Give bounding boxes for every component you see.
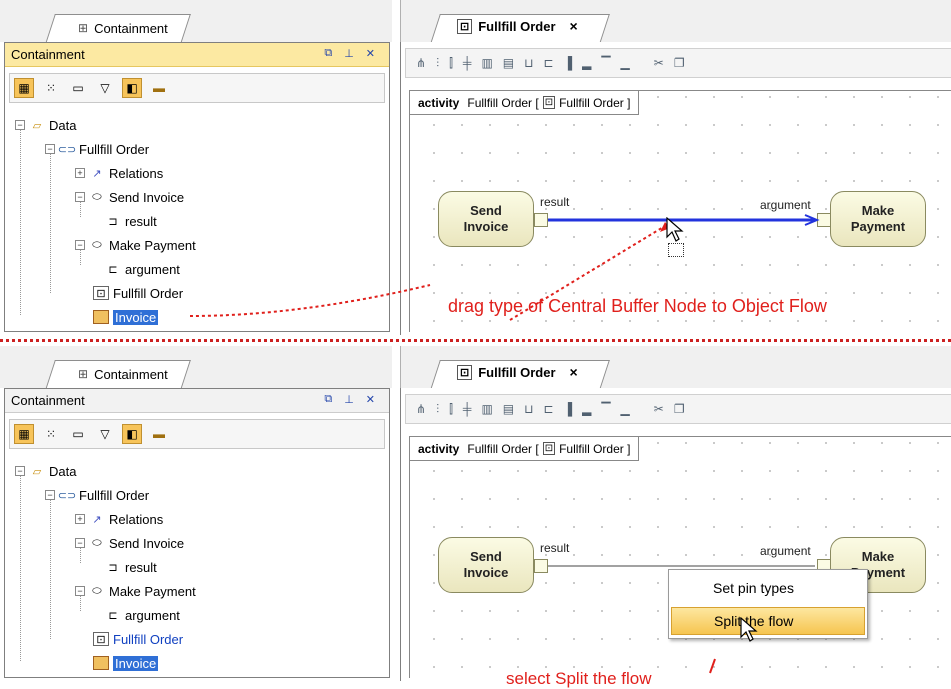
separator-line xyxy=(0,339,951,342)
tree-item-argument[interactable]: ⊏ argument xyxy=(105,605,180,625)
package-icon: ▱ xyxy=(32,465,42,478)
input-pin-icon: ⊏ xyxy=(108,609,118,622)
containment-tabbar: ⊞ Containment xyxy=(0,346,392,390)
restore-icon[interactable]: ⧉ xyxy=(324,393,332,406)
diagram-toolbar: ⋔ ⫶ ⫿ ╪ ▥ ▤ ⊔ ⊏ ▐ ▂ ▔ ▁ ✂ ❐ xyxy=(405,394,951,424)
tree-item-make-payment[interactable]: − ⬭ Make Payment xyxy=(75,581,196,601)
diagram-body: ⋔ ⫶ ⫿ ╪ ▥ ▤ ⊔ ⊏ ▐ ▂ ▔ ▁ ✂ ❐ activity Ful… xyxy=(400,388,951,688)
module-icon[interactable]: ◧ xyxy=(122,424,142,444)
top-screenshot: ⊞ Containment Containment ⧉ ⊥ ✕ ▦ ⁙ ▭ ▽ … xyxy=(0,0,951,335)
containment-tab[interactable]: ⊞ Containment xyxy=(78,364,168,384)
tree-item-data[interactable]: − ▱ Data xyxy=(15,461,76,481)
layout-icon[interactable]: ▦ xyxy=(14,424,34,444)
diagram-panel: ⊡ Fullfill Order × ⋔ ⫶ ⫿ ╪ ▥ ▤ ⊔ ⊏ ▐ ▂ ▔… xyxy=(400,346,951,688)
brackets-icon[interactable]: ⁙ xyxy=(41,424,61,444)
containment-panel: ⊞ Containment Containment ⧉ ⊥ ✕ ▦ ⁙ ▭ ▽ … xyxy=(0,346,392,681)
bar-icon[interactable]: ▭ xyxy=(68,424,88,444)
diagram-canvas[interactable]: activity Fullfill Order [ ⊡ Fullfill Ord… xyxy=(409,436,951,688)
cut-icon[interactable]: ✂ xyxy=(654,402,664,416)
tree-item-fullfill-order-diagram[interactable]: ⊡ Fullfill Order xyxy=(93,629,183,649)
diagram-icon: ⊡ xyxy=(457,364,473,380)
class-icon xyxy=(93,656,109,670)
menu-item-set-pin-types-label: Set pin types xyxy=(713,580,794,596)
containment-header-icons: ⧉ ⊥ ✕ xyxy=(324,393,375,406)
containment-tree-icon: ⊞ xyxy=(78,367,89,381)
collapse-icon[interactable]: − xyxy=(75,586,85,596)
align-right-icon[interactable]: ▐ xyxy=(564,402,573,416)
bracket-icon[interactable]: ⊔ xyxy=(524,402,533,416)
expand-icon[interactable]: + xyxy=(75,514,85,524)
collapse-icon[interactable]: − xyxy=(15,466,25,476)
output-pin-icon: ⊐ xyxy=(108,561,118,574)
align-top-icon[interactable]: ▔ xyxy=(601,402,610,416)
layout-tree-icon[interactable]: ⋔ xyxy=(416,402,426,416)
align-base-icon[interactable]: ▁ xyxy=(621,402,630,416)
align-bottom-icon[interactable]: ▂ xyxy=(582,402,591,416)
menu-item-split-the-flow[interactable]: Split the flow xyxy=(671,607,865,635)
center-icon[interactable]: ╪ xyxy=(463,402,472,416)
stack-icon[interactable]: ▤ xyxy=(503,402,514,416)
containment-tab-label: Containment xyxy=(94,366,168,382)
action-icon: ⬭ xyxy=(92,584,102,597)
menu-item-set-pin-types[interactable]: Set pin types xyxy=(671,574,865,602)
copy-icon[interactable]: ❐ xyxy=(674,402,685,416)
containment-body: Containment ⧉ ⊥ ✕ ▦ ⁙ ▭ ▽ ◧ ▬ − ▱ Data −… xyxy=(4,388,390,678)
distribute-icon[interactable]: ⫿ xyxy=(449,402,453,417)
collapse-icon[interactable]: − xyxy=(75,538,85,548)
containment-toolbar: ▦ ⁙ ▭ ▽ ◧ ▬ xyxy=(9,419,385,449)
drag-tree-path xyxy=(189,284,431,317)
folder-icon[interactable]: ▬ xyxy=(149,424,169,444)
align-icon[interactable]: ⫶ xyxy=(436,402,439,417)
diagram-tabbar: ⊡ Fullfill Order × xyxy=(400,346,951,390)
context-menu: Set pin types Split the flow xyxy=(668,569,868,639)
bottom-screenshot: ⊞ Containment Containment ⧉ ⊥ ✕ ▦ ⁙ ▭ ▽ … xyxy=(0,346,951,688)
containment-tree: − ▱ Data − ⊂⊃ Fullfill Order + ↗ Relatio… xyxy=(15,461,387,675)
annotation-bottom: select Split the flow xyxy=(506,669,652,688)
tree-item-fullfill-order[interactable]: − ⊂⊃ Fullfill Order xyxy=(45,485,149,505)
collapse-icon[interactable]: − xyxy=(45,490,55,500)
filter-icon[interactable]: ▽ xyxy=(95,424,115,444)
space-icon[interactable]: ▥ xyxy=(481,402,492,416)
tree-item-relations[interactable]: + ↗ Relations xyxy=(75,509,163,529)
align-left-icon[interactable]: ⊏ xyxy=(544,402,554,416)
pin-icon[interactable]: ⊥ xyxy=(344,393,354,406)
close-icon[interactable]: ✕ xyxy=(366,393,375,406)
containment-header: Containment ⧉ ⊥ ✕ xyxy=(5,389,389,413)
activity-icon: ⊂⊃ xyxy=(57,489,77,502)
drag-from-tree-svg xyxy=(189,284,431,317)
annotation-pointer-line xyxy=(709,658,716,674)
tree-item-send-invoice[interactable]: − ⬭ Send Invoice xyxy=(75,533,184,553)
containment-header-title: Containment xyxy=(11,393,85,408)
tree-item-invoice[interactable]: Invoice xyxy=(93,653,160,673)
diagram-tab-label: Fullfill Order xyxy=(478,364,556,380)
action-icon: ⬭ xyxy=(92,536,102,549)
relations-icon: ↗ xyxy=(92,513,102,526)
close-tab-icon[interactable]: × xyxy=(570,364,578,380)
diagram-tab[interactable]: ⊡ Fullfill Order × xyxy=(457,364,578,380)
diagram-icon: ⊡ xyxy=(93,632,109,646)
object-flow-svg xyxy=(548,565,815,674)
mouse-cursor-icon xyxy=(740,617,758,642)
tree-item-result[interactable]: ⊐ result xyxy=(105,557,156,577)
